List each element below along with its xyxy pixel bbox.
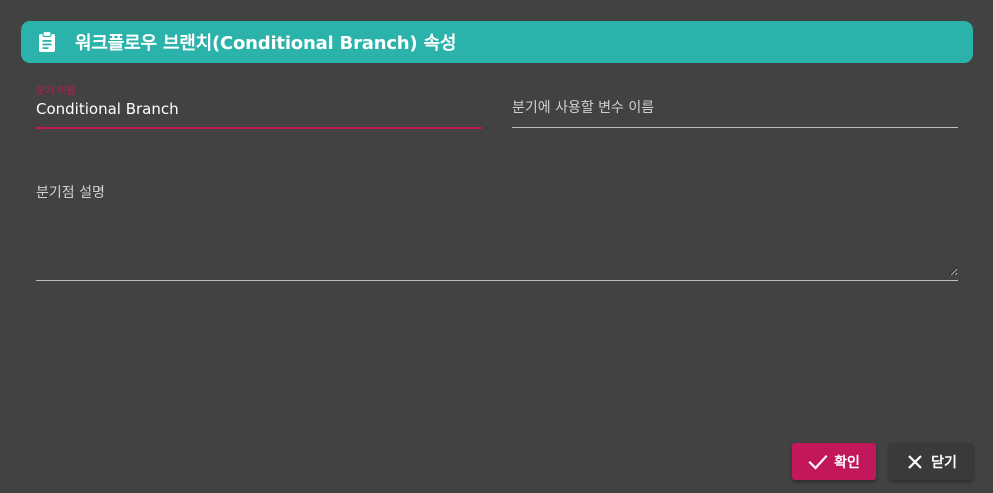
check-icon <box>808 452 828 472</box>
confirm-button[interactable]: 확인 <box>792 443 876 480</box>
clipboard-icon <box>36 31 58 53</box>
variable-name-input[interactable] <box>512 100 958 116</box>
close-label: 닫기 <box>931 454 957 471</box>
branch-name-input[interactable] <box>36 100 482 118</box>
close-button[interactable]: 닫기 <box>889 443 973 480</box>
close-icon <box>905 452 925 472</box>
confirm-label: 확인 <box>834 454 860 471</box>
dialog-title: 워크플로우 브랜치(Conditional Branch) 속성 <box>75 33 457 54</box>
variable-name-field <box>512 80 958 128</box>
dialog-header: 워크플로우 브랜치(Conditional Branch) 속성 <box>21 21 973 63</box>
branch-name-label: 분기 이름 <box>36 86 76 97</box>
branch-name-field: 분기 이름 <box>36 80 482 129</box>
branch-properties-dialog: 워크플로우 브랜치(Conditional Branch) 속성 분기 이름 확… <box>0 0 993 493</box>
description-field <box>36 176 958 281</box>
description-textarea[interactable] <box>36 182 958 276</box>
